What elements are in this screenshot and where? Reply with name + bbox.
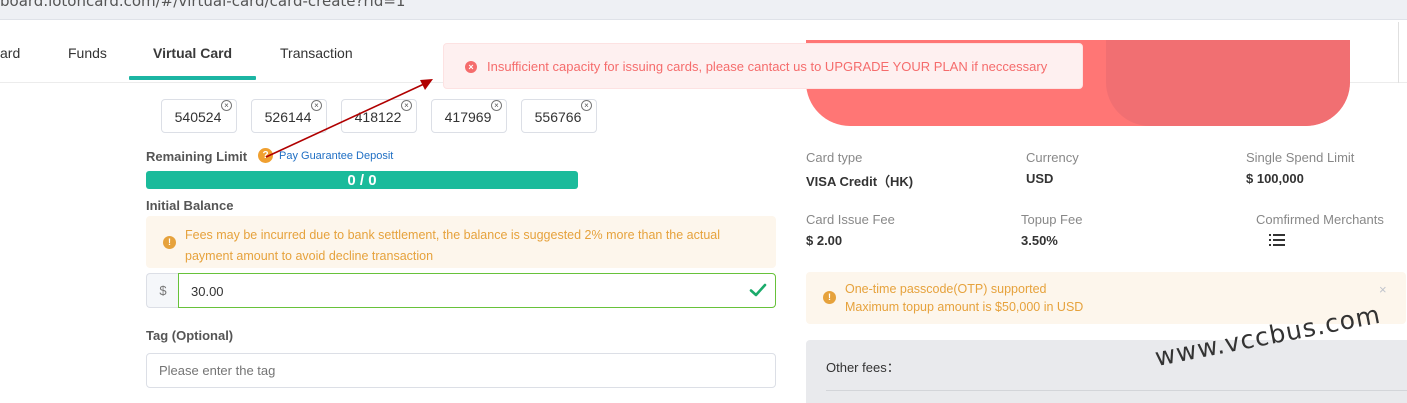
warning-circle-icon: ! xyxy=(823,291,836,304)
card-type-value: VISA Credit（HK) xyxy=(806,174,914,189)
toast-message: Insufficient capacity for issuing cards,… xyxy=(487,59,1048,74)
bin-number: 540524 xyxy=(174,109,222,125)
otp-notice-line1: One-time passcode(OTP) supported xyxy=(845,282,1047,296)
other-fees-divider xyxy=(826,390,1407,391)
initial-balance-field[interactable]: 30.00 xyxy=(178,273,776,308)
bin-number: 526144 xyxy=(264,109,312,125)
single-spend-limit-value: $ 100,000 xyxy=(1246,171,1304,186)
confirmed-merchants-label: Comfirmed Merchants xyxy=(1256,212,1384,227)
browser-address-bar[interactable]: board.lotoncard.com/#/virtual-card/card-… xyxy=(0,0,1407,20)
topup-fee-label: Topup Fee xyxy=(1021,212,1083,227)
currency-label: Currency xyxy=(1026,150,1079,165)
remove-circle-icon[interactable]: × xyxy=(581,100,592,111)
tag-label: Tag (Optional) xyxy=(146,328,234,343)
card-issue-fee-value: $ 2.00 xyxy=(806,233,843,248)
balance-warning: ! Fees may be incurred due to bank settl… xyxy=(146,216,776,268)
bin-option[interactable]: 540524 × xyxy=(161,99,237,133)
single-spend-limit-label: Single Spend Limit xyxy=(1246,150,1355,165)
bin-number: 418122 xyxy=(354,109,402,125)
bin-option[interactable]: 526144 × xyxy=(251,99,327,133)
tab-card[interactable]: ard xyxy=(0,45,20,61)
remove-circle-icon[interactable]: × xyxy=(491,100,502,111)
bin-option[interactable]: 418122 × xyxy=(341,99,417,133)
tag-input[interactable] xyxy=(146,353,776,388)
tab-virtual-card[interactable]: Virtual Card xyxy=(153,45,232,61)
initial-balance-input[interactable]: $ 30.00 xyxy=(146,273,776,308)
balance-warning-text: Fees may be incurred due to bank settlem… xyxy=(185,228,721,263)
progress-text: 0 / 0 xyxy=(347,172,377,189)
list-icon[interactable] xyxy=(1269,233,1285,247)
currency-prefix: $ xyxy=(146,273,179,308)
remove-circle-icon[interactable]: × xyxy=(221,100,232,111)
check-icon xyxy=(749,283,767,297)
currency-value: USD xyxy=(1026,171,1054,186)
url-text[interactable]: board.lotoncard.com/#/virtual-card/card-… xyxy=(0,0,405,10)
bin-number: 556766 xyxy=(534,109,582,125)
nav-divider xyxy=(1398,22,1399,83)
topup-fee-value: 3.50% xyxy=(1021,233,1058,248)
other-fees-panel: Other fees： xyxy=(806,340,1407,403)
otp-notice-line2: Maximum topup amount is $50,000 in USD xyxy=(845,300,1084,314)
tab-transaction[interactable]: Transaction xyxy=(280,45,353,61)
error-circle-icon: × xyxy=(465,61,477,73)
remove-circle-icon[interactable]: × xyxy=(401,100,412,111)
bin-option[interactable]: 417969 × xyxy=(431,99,507,133)
tab-funds[interactable]: Funds xyxy=(68,45,107,61)
bin-option[interactable]: 556766 × xyxy=(521,99,597,133)
error-toast: × Insufficient capacity for issuing card… xyxy=(443,43,1083,89)
initial-balance-label: Initial Balance xyxy=(146,198,234,213)
warning-circle-icon: ! xyxy=(163,236,176,249)
active-tab-indicator xyxy=(129,76,256,80)
close-icon[interactable]: × xyxy=(1379,282,1387,297)
initial-balance-value[interactable]: 30.00 xyxy=(191,284,224,299)
pay-guarantee-deposit-link[interactable]: Pay Guarantee Deposit xyxy=(279,150,393,162)
card-type-label: Card type xyxy=(806,150,863,165)
remaining-limit-label: Remaining Limit xyxy=(146,149,248,164)
help-icon[interactable]: ? xyxy=(258,148,273,163)
card-preview-shade xyxy=(1106,40,1350,126)
remaining-limit-progress: 0 / 0 xyxy=(146,171,578,189)
remove-circle-icon[interactable]: × xyxy=(311,100,322,111)
other-fees-label: Other fees： xyxy=(826,360,900,375)
card-issue-fee-label: Card Issue Fee xyxy=(806,212,895,227)
bin-number: 417969 xyxy=(444,109,492,125)
